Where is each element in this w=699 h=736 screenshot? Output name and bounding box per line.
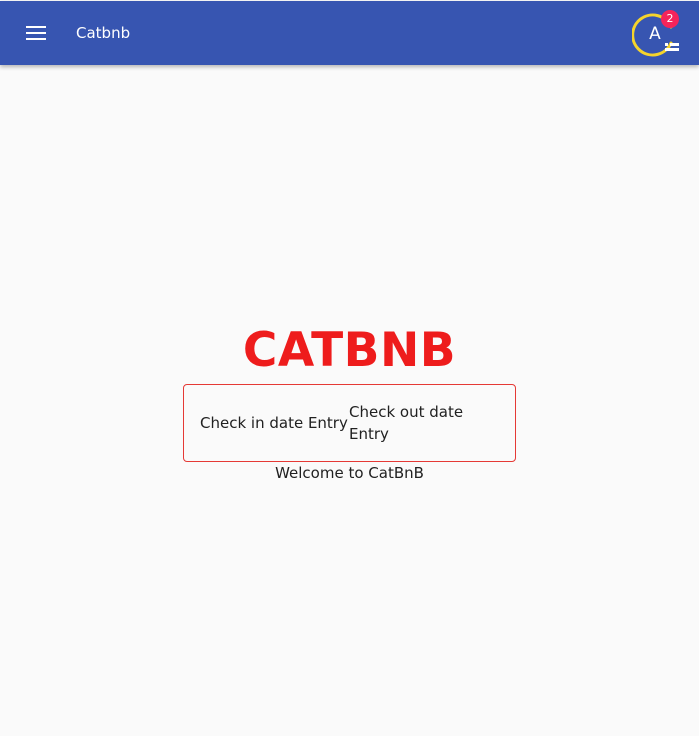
brand-title: CATBNB xyxy=(242,323,457,378)
main-content: CATBNB Check in date Entry Check out dat… xyxy=(0,65,699,736)
date-range-picker[interactable]: Check in date Entry Check out date Entry xyxy=(183,384,516,462)
welcome-text: Welcome to CatBnB xyxy=(275,464,424,482)
notification-badge: 2 xyxy=(661,10,679,28)
list-icon xyxy=(665,43,679,51)
app-title[interactable]: Catbnb xyxy=(76,23,130,43)
menu-button[interactable] xyxy=(16,13,56,53)
app-bar: Catbnb A 2 xyxy=(0,1,699,65)
checkin-date-field[interactable]: Check in date Entry xyxy=(200,412,349,434)
account-avatar-button[interactable]: A 2 xyxy=(632,10,679,58)
menu-icon xyxy=(26,26,46,40)
checkout-date-field[interactable]: Check out date Entry xyxy=(349,401,499,445)
